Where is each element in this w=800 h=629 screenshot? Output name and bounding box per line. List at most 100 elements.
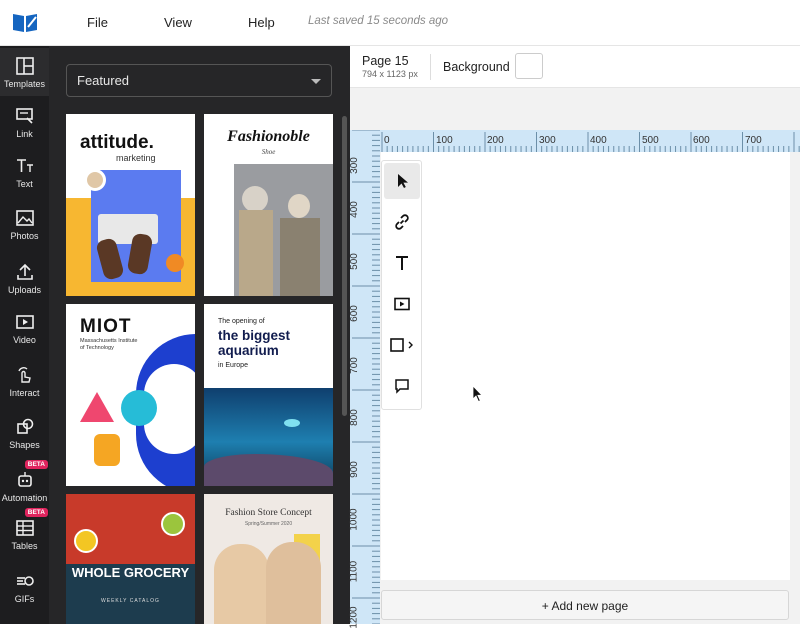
video-icon bbox=[394, 297, 410, 311]
link-icon bbox=[15, 108, 33, 124]
beta-badge: BETA bbox=[24, 508, 48, 517]
rail-item-video[interactable]: Video bbox=[0, 304, 49, 352]
rail-label: Photos bbox=[10, 231, 39, 241]
rail-item-interact[interactable]: Interact bbox=[0, 357, 49, 405]
divider bbox=[430, 54, 431, 80]
fish-image bbox=[284, 419, 300, 427]
rail-label: Automation bbox=[1, 493, 48, 503]
template-card[interactable]: MIOT Massachusetts Institute of Technolo… bbox=[66, 304, 195, 486]
uploads-icon bbox=[16, 263, 33, 280]
menu-help[interactable]: Help bbox=[248, 15, 275, 30]
mouse-cursor-icon bbox=[472, 385, 483, 403]
ruler-label: 1200 bbox=[348, 606, 360, 629]
template-subtitle: Spring/Summer 2020 bbox=[244, 521, 293, 527]
background-color-swatch[interactable] bbox=[515, 53, 543, 79]
ruler-label: 300 bbox=[539, 135, 556, 146]
rail-item-shapes[interactable]: Shapes bbox=[0, 409, 49, 457]
rail-label: Tables bbox=[11, 541, 38, 551]
rail-label: Interact bbox=[9, 388, 40, 398]
ruler-label: 600 bbox=[693, 135, 710, 146]
person-image bbox=[288, 194, 310, 218]
rail-item-link[interactable]: Link bbox=[0, 98, 49, 146]
rail-item-automation[interactable]: BETA Automation bbox=[0, 460, 49, 510]
top-bar: File View Help Last saved 15 seconds ago bbox=[0, 0, 800, 46]
template-subtitle: WEEKLY CATALOG bbox=[101, 598, 160, 604]
add-new-page-button[interactable]: + Add new page bbox=[381, 590, 789, 620]
text-tool[interactable] bbox=[384, 245, 420, 281]
text-icon bbox=[396, 256, 408, 270]
model-image bbox=[214, 544, 269, 624]
rail-label: Link bbox=[16, 129, 33, 139]
triangle-shape bbox=[80, 392, 114, 422]
template-card[interactable]: WHOLE GROCERY WEEKLY CATALOG bbox=[66, 494, 195, 624]
template-card[interactable]: attitude. marketing bbox=[66, 114, 195, 296]
ruler-label: 400 bbox=[590, 135, 607, 146]
template-subtitle: Massachusetts Institute of Technology bbox=[80, 338, 138, 351]
background-label: Background bbox=[443, 60, 510, 74]
category-value: Featured bbox=[77, 73, 130, 88]
beta-badge: BETA bbox=[24, 460, 48, 469]
text-icon bbox=[16, 159, 33, 172]
rail-item-text[interactable]: Text bbox=[0, 148, 49, 196]
lemon-image bbox=[74, 529, 98, 553]
ruler-label: 900 bbox=[348, 461, 360, 478]
rail-item-tables[interactable]: BETA Tables bbox=[0, 508, 49, 558]
template-title: WHOLE GROCERY bbox=[71, 565, 190, 580]
category-select[interactable]: Featured bbox=[66, 64, 332, 97]
ruler-label: 1000 bbox=[348, 508, 360, 531]
backpack-image bbox=[94, 434, 120, 466]
ruler-label: 300 bbox=[348, 157, 360, 174]
lime-image bbox=[161, 512, 185, 536]
template-card[interactable]: Fashion Store Concept Spring/Summer 2020 bbox=[204, 494, 333, 624]
ruler-horizontal: 0 100 200 300 400 500 600 700 bbox=[380, 130, 800, 152]
menu-file[interactable]: File bbox=[87, 15, 108, 30]
coffee-image bbox=[84, 169, 106, 191]
person-image bbox=[280, 218, 320, 296]
ruler-label: 100 bbox=[436, 135, 453, 146]
rail-label: Templates bbox=[3, 79, 46, 89]
template-title: MIOT bbox=[80, 316, 132, 337]
page-size: 794 x 1123 px bbox=[362, 69, 418, 79]
ruler-label: 500 bbox=[642, 135, 659, 146]
app-logo-icon[interactable] bbox=[12, 11, 38, 33]
person-image bbox=[242, 186, 268, 212]
page-properties-bar: Page 15 794 x 1123 px Background bbox=[350, 46, 800, 88]
tables-icon bbox=[15, 520, 34, 536]
template-title: attitude. bbox=[80, 132, 154, 153]
menu-view[interactable]: View bbox=[164, 15, 192, 30]
left-rail: Templates Link Text Photos Uploads Video… bbox=[0, 46, 49, 624]
ruler-label: 800 bbox=[348, 409, 360, 426]
rail-item-templates[interactable]: Templates bbox=[0, 48, 49, 96]
video-tool[interactable] bbox=[384, 286, 420, 322]
design-page[interactable] bbox=[381, 152, 790, 580]
rail-item-gifs[interactable]: GIFs bbox=[0, 563, 49, 611]
template-extra: in Europe bbox=[218, 362, 248, 369]
link-tool[interactable] bbox=[384, 204, 420, 240]
template-card[interactable]: The opening of the biggest aquarium in E… bbox=[204, 304, 333, 486]
rail-label: GIFs bbox=[14, 594, 35, 604]
orange-image bbox=[166, 254, 184, 272]
cursor-icon bbox=[398, 174, 408, 188]
comment-tool[interactable] bbox=[384, 368, 420, 404]
circle-shape bbox=[121, 390, 157, 426]
template-subtitle: The opening of bbox=[218, 318, 265, 325]
template-card[interactable]: Fashionoble Shoe bbox=[204, 114, 333, 296]
rail-item-photos[interactable]: Photos bbox=[0, 200, 49, 248]
template-title: Fashionoble bbox=[227, 128, 310, 145]
rail-label: Uploads bbox=[7, 285, 42, 295]
model-image bbox=[266, 542, 321, 624]
rail-label: Text bbox=[16, 179, 33, 189]
ruler-label: 400 bbox=[348, 201, 360, 218]
ruler-label: 200 bbox=[487, 135, 504, 146]
select-tool[interactable] bbox=[384, 163, 420, 199]
panel-scrollbar[interactable] bbox=[342, 116, 347, 416]
rail-item-uploads[interactable]: Uploads bbox=[0, 254, 49, 302]
gifs-icon bbox=[16, 576, 34, 586]
template-subtitle: marketing bbox=[116, 153, 156, 163]
ruler-label: 600 bbox=[348, 305, 360, 322]
photos-icon bbox=[15, 210, 34, 226]
template-title: the biggest aquarium bbox=[218, 328, 291, 358]
ruler-label: 0 bbox=[384, 135, 390, 146]
page-name: Page 15 bbox=[362, 54, 409, 68]
shape-tool[interactable] bbox=[384, 327, 420, 363]
